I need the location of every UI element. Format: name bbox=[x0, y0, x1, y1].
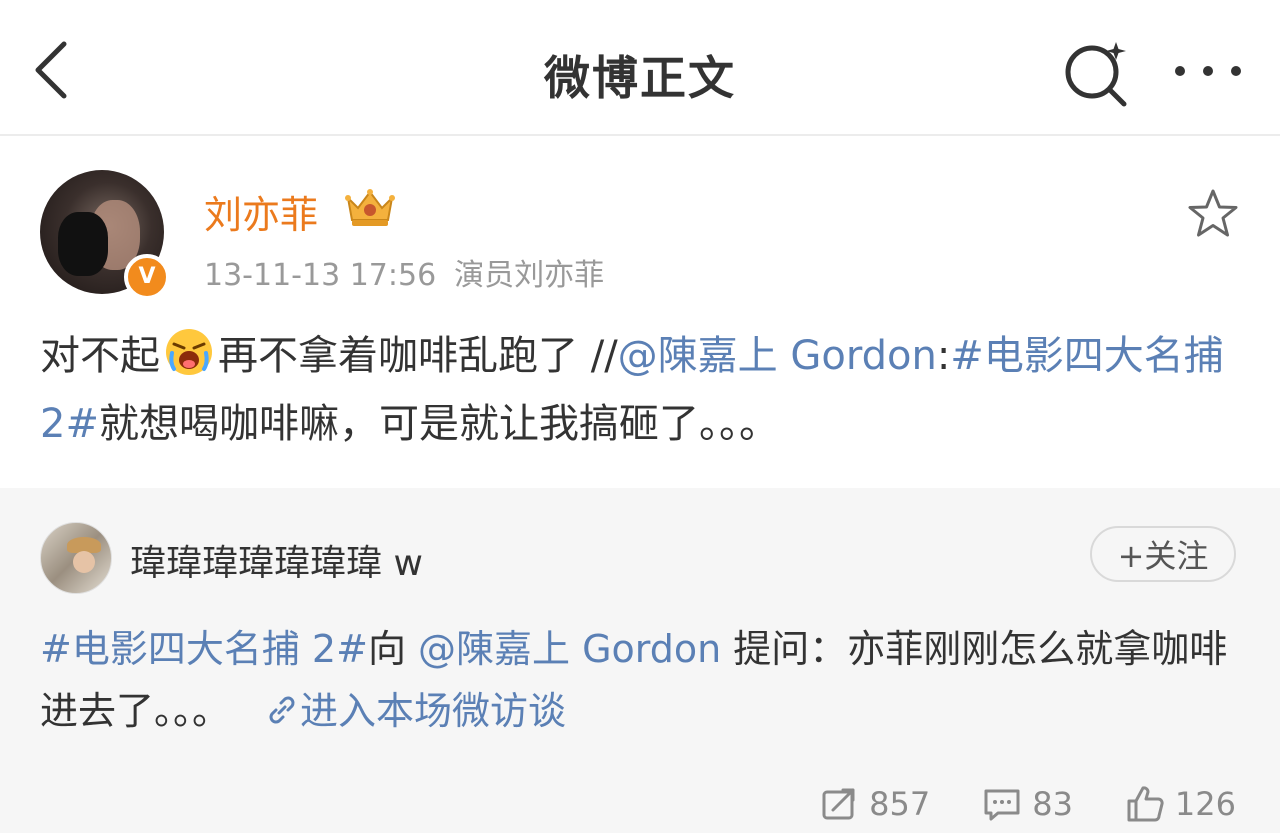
repost-author-name[interactable]: 瑋瑋瑋瑋瑋瑋瑋 w bbox=[130, 534, 423, 586]
avatar-face-shape bbox=[73, 551, 95, 573]
verified-badge-icon: V bbox=[124, 254, 170, 300]
repost-count-value: 857 bbox=[869, 785, 931, 823]
thumbs-up-icon bbox=[1127, 786, 1164, 822]
reposted-weibo[interactable]: 瑋瑋瑋瑋瑋瑋瑋 w +关注 #电影四大名捕 2#向 @陳嘉上 Gordon 提问… bbox=[0, 488, 1280, 833]
post-source: 演员刘亦菲 bbox=[454, 258, 605, 293]
favorite-star-icon[interactable] bbox=[1186, 188, 1240, 240]
interview-link[interactable]: 进入本场微访谈 bbox=[230, 689, 566, 733]
follow-button[interactable]: +关注 bbox=[1090, 526, 1236, 582]
repost-author-avatar[interactable] bbox=[40, 522, 112, 594]
mention-link[interactable]: @陳嘉上 Gordon bbox=[618, 333, 937, 379]
crying-face-emoji-icon bbox=[166, 329, 212, 375]
more-options-icon[interactable] bbox=[1172, 56, 1244, 86]
top-nav-bar: 微博正文 bbox=[0, 0, 1280, 136]
repost-text-part: 向 bbox=[367, 627, 419, 671]
repost-count[interactable]: 857 bbox=[819, 784, 930, 824]
post-time: 13-11-13 17:56 bbox=[204, 258, 437, 293]
post-text-part: 对不起 bbox=[40, 333, 160, 379]
crown-member-icon[interactable] bbox=[342, 184, 398, 228]
interview-link-label: 进入本场微访谈 bbox=[300, 689, 567, 733]
post-meta: 13-11-13 17:56 演员刘亦菲 bbox=[204, 250, 604, 294]
comment-count-value: 83 bbox=[1032, 785, 1073, 823]
like-count-value: 126 bbox=[1174, 785, 1236, 823]
search-icon[interactable] bbox=[1060, 36, 1132, 108]
comment-count[interactable]: 83 bbox=[982, 784, 1073, 824]
post-text-part: : bbox=[936, 333, 951, 379]
mention-link[interactable]: @陳嘉上 Gordon bbox=[418, 627, 721, 671]
repost-stats: 857 83 126 bbox=[767, 784, 1236, 824]
comment-icon bbox=[984, 789, 1020, 821]
post-text-part: 就想喝咖啡嘛，可是就让我搞砸了。。。 bbox=[98, 401, 779, 447]
hashtag-link[interactable]: #电影四大名捕 2# bbox=[40, 627, 368, 671]
author-name[interactable]: 刘亦菲 bbox=[204, 184, 318, 239]
repost-text: #电影四大名捕 2#向 @陳嘉上 Gordon 提问：亦菲刚刚怎么就拿咖啡进去了… bbox=[40, 618, 1240, 742]
post-text: 对不起 再不拿着咖啡乱跑了 //@陳嘉上 Gordon:#电影四大名捕 2#就想… bbox=[40, 322, 1240, 458]
like-count[interactable]: 126 bbox=[1125, 784, 1236, 824]
repost-icon bbox=[822, 788, 855, 820]
post-text-part: 再不拿着咖啡乱跑了 // bbox=[218, 333, 618, 379]
weibo-post: V 刘亦菲 13-11-13 17:56 演员刘亦菲 对不起 再不拿着咖啡乱跑了 … bbox=[0, 136, 1280, 486]
link-icon bbox=[269, 696, 295, 724]
avatar-cat-shape bbox=[58, 212, 108, 276]
